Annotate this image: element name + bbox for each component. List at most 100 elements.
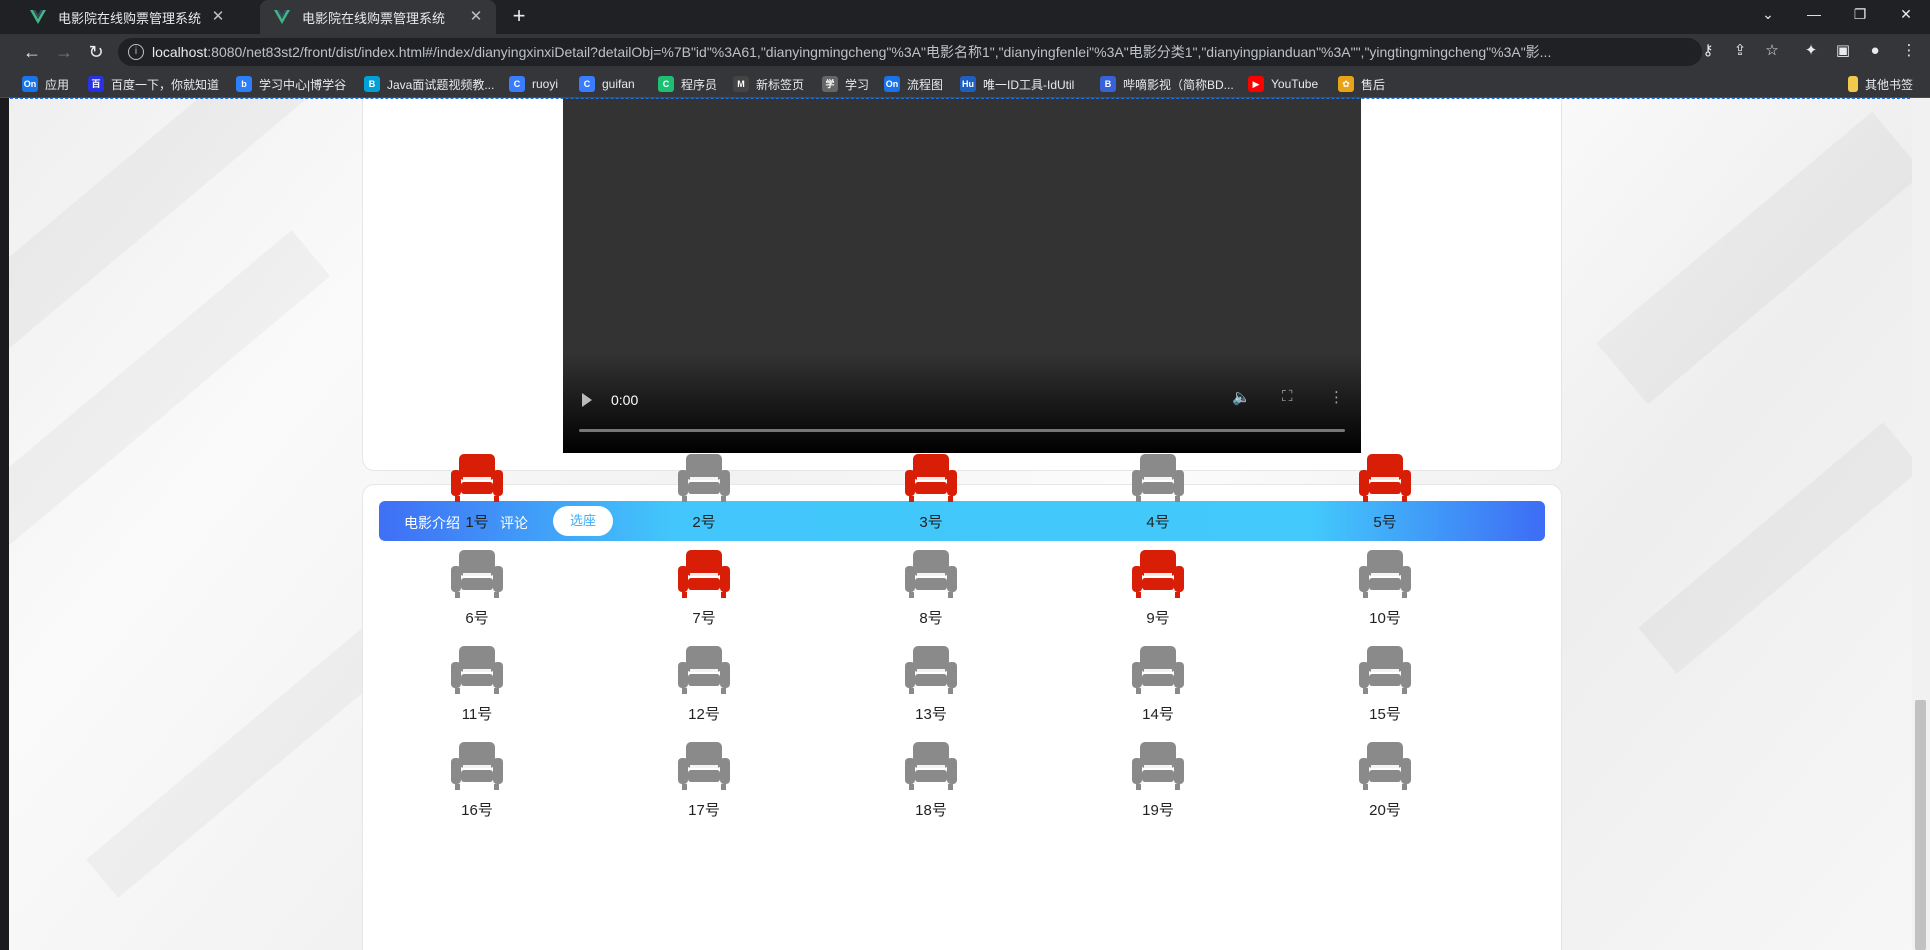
bookmark-item[interactable]: On 流程图 <box>884 75 943 93</box>
profile-avatar-icon[interactable]: ● <box>1864 40 1886 62</box>
seat[interactable]: 4号 <box>1128 452 1188 532</box>
c-icon: C <box>658 76 674 92</box>
seat[interactable]: 17号 <box>674 740 734 820</box>
share-icon[interactable]: ⇪ <box>1729 40 1751 62</box>
bookmark-label: 哔嘀影视（简称BD... <box>1123 77 1234 92</box>
armchair-icon <box>678 646 730 694</box>
seat[interactable]: 11号 <box>447 644 507 724</box>
bookmark-item[interactable]: Cguifan <box>579 75 635 93</box>
bookmark-label: ruoyi <box>532 77 559 91</box>
restore-button[interactable]: ❐ <box>1837 0 1883 30</box>
bookmark-item[interactable]: B Java面试题视频教... <box>364 75 494 93</box>
armchair-icon <box>905 454 957 502</box>
seat-number: 1号 <box>465 514 489 531</box>
browser-tab-active[interactable]: 电影院在线购票管理系统 ✕ <box>260 0 496 34</box>
bookmark-item[interactable]: ✿ 售后 <box>1338 75 1385 93</box>
new-tab-button[interactable]: + <box>507 5 531 29</box>
window-left-edge <box>0 98 9 950</box>
scrollbar-thumb[interactable] <box>1915 700 1926 950</box>
bookmark-item[interactable]: Cruoyi <box>509 75 558 93</box>
bookmark-item[interactable]: C 程序员 <box>658 75 717 93</box>
video-progress-bar[interactable] <box>579 429 1345 432</box>
armchair-icon <box>1359 742 1411 790</box>
play-icon[interactable] <box>582 393 592 407</box>
seat[interactable]: 19号 <box>1128 740 1188 820</box>
address-bar[interactable]: localhost:8080/net83st2/front/dist/index… <box>118 38 1702 66</box>
seat[interactable]: 9号 <box>1128 548 1188 628</box>
bookmark-star-icon[interactable]: ☆ <box>1761 40 1783 62</box>
browser-tab[interactable]: 电影院在线购票管理系统 ✕ <box>0 0 238 34</box>
forward-arrow-icon[interactable]: → <box>52 40 76 64</box>
bookmark-label: guifan <box>602 77 635 91</box>
close-window-button[interactable]: ✕ <box>1883 0 1929 30</box>
seat-number: 12号 <box>688 706 720 723</box>
side-panel-icon[interactable]: ▣ <box>1832 40 1854 62</box>
seat-number: 18号 <box>915 802 947 819</box>
tab-title: 电影院在线购票管理系统 <box>302 10 446 26</box>
bookmark-label: 流程图 <box>907 77 944 92</box>
key-icon[interactable]: ⚷ <box>1697 40 1719 62</box>
armchair-icon <box>678 742 730 790</box>
fullscreen-icon[interactable]: ⛶ <box>1282 388 1293 405</box>
seat[interactable]: 3号 <box>901 452 961 532</box>
seat-number: 20号 <box>1369 802 1401 819</box>
seat[interactable]: 10号 <box>1355 548 1415 628</box>
bookmark-item[interactable]: 学学习 <box>822 75 869 93</box>
tab-search-icon[interactable]: ⌄ <box>1745 0 1791 30</box>
seat[interactable]: 13号 <box>901 644 961 724</box>
csdn-icon: C <box>509 76 525 92</box>
bookmark-item[interactable]: 百百度一下，你就知道 <box>88 75 219 93</box>
m-icon: M <box>733 76 749 92</box>
seat[interactable]: 14号 <box>1128 644 1188 724</box>
seat[interactable]: 6号 <box>447 548 507 628</box>
back-arrow-icon[interactable]: ← <box>20 40 44 64</box>
bookmark-item[interactable]: M 新标签页 <box>733 75 804 93</box>
volume-icon[interactable]: 🔈 <box>1232 388 1251 406</box>
menu-icon[interactable]: ⋮ <box>1898 40 1920 62</box>
bookmark-label: Java面试题视频教... <box>387 77 495 92</box>
site-info-icon[interactable]: i <box>128 44 144 60</box>
seat[interactable]: 20号 <box>1355 740 1415 820</box>
bookmark-label: 百度一下，你就知道 <box>111 77 220 92</box>
extensions-icon[interactable]: ✦ <box>1800 40 1822 62</box>
other-bookmarks-label: 其他书签 <box>1865 77 1914 92</box>
seat-number: 9号 <box>1146 610 1170 627</box>
armchair-icon <box>451 646 503 694</box>
bookmark-item[interactable]: On 应用 <box>22 75 69 93</box>
folder-icon <box>1848 76 1858 92</box>
seat[interactable]: 8号 <box>901 548 961 628</box>
shouhou-icon: ✿ <box>1338 76 1354 92</box>
seat[interactable]: 16号 <box>447 740 507 820</box>
armchair-icon <box>905 742 957 790</box>
seat-number: 6号 <box>465 610 489 627</box>
seat-number: 2号 <box>692 514 716 531</box>
seat[interactable]: 2号 <box>674 452 734 532</box>
bookmark-item[interactable]: ▶ YouTube <box>1248 75 1318 93</box>
bookmarks-bar: On 应用 百百度一下，你就知道 b 学习中心|博学谷 B Java面试题视频教... Cru… <box>0 70 1930 98</box>
url-path: :8080/net83st2/front/dist/index.html#/in… <box>207 44 1552 60</box>
seat-number: 10号 <box>1369 610 1401 627</box>
hutool-icon: Hu <box>960 76 976 92</box>
bookmark-item[interactable]: Hu 唯一ID工具-IdUtil <box>960 75 1074 93</box>
seat[interactable]: 18号 <box>901 740 961 820</box>
seat[interactable]: 1号 <box>447 452 507 532</box>
seat-number: 15号 <box>1369 706 1401 723</box>
more-options-icon[interactable]: ⋮ <box>1329 388 1344 406</box>
notion-icon: 学 <box>822 76 838 92</box>
other-bookmarks[interactable]: 其他书签 <box>1848 75 1913 93</box>
minimize-button[interactable]: — <box>1791 0 1837 30</box>
seat[interactable]: 7号 <box>674 548 734 628</box>
seat[interactable]: 12号 <box>674 644 734 724</box>
seat[interactable]: 5号 <box>1355 452 1415 532</box>
video-player[interactable]: 0:00 🔈 ⛶ ⋮ <box>563 98 1361 453</box>
tab-seat-selection[interactable]: 选座 <box>553 506 613 536</box>
reload-icon[interactable]: ↻ <box>84 40 108 64</box>
bookmark-item[interactable]: b 学习中心|博学谷 <box>236 75 346 93</box>
seat-number: 13号 <box>915 706 947 723</box>
close-tab-icon[interactable]: ✕ <box>466 7 486 27</box>
boxuegu-icon: b <box>236 76 252 92</box>
close-tab-icon[interactable]: ✕ <box>208 7 228 27</box>
seat[interactable]: 15号 <box>1355 644 1415 724</box>
bookmark-item[interactable]: B 哔嘀影视（简称BD... <box>1100 75 1234 93</box>
vue-logo-icon <box>30 10 46 24</box>
